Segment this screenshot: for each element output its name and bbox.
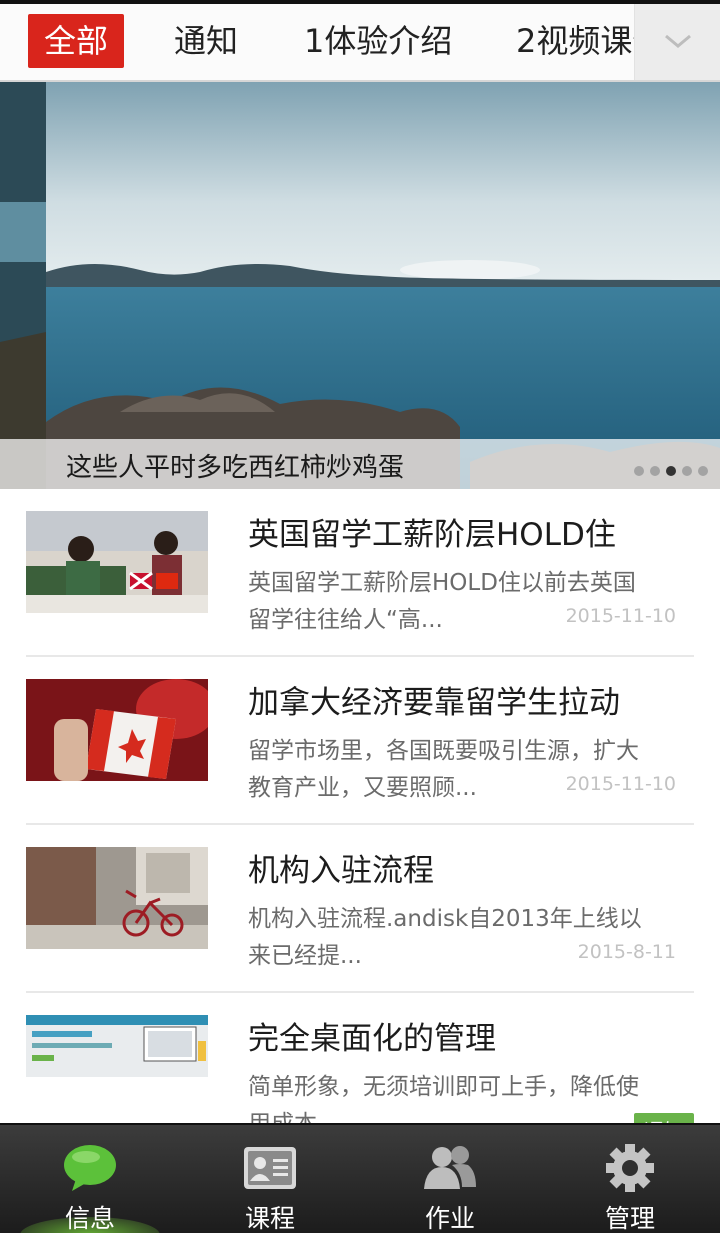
news-thumbnail	[26, 511, 208, 613]
chat-bubble-icon	[64, 1145, 116, 1191]
tab-notice[interactable]: 通知	[174, 14, 238, 68]
news-title: 英国留学工薪阶层HOLD住	[248, 517, 616, 553]
news-summary: 机构入驻流程.andisk自2013年上线以来已经提...	[248, 906, 642, 969]
news-list: 英国留学工薪阶层HOLD住 英国留学工薪阶层HOLD住以前去英国留学往往给人“高…	[0, 489, 720, 1125]
news-date: 2015-11-10	[565, 605, 676, 627]
nav-label: 管理	[604, 1204, 655, 1233]
news-item[interactable]: 加拿大经济要靠留学生拉动 留学市场里，各国既要吸引生源，扩大教育产业，又要照顾.…	[0, 657, 720, 825]
nav-courses[interactable]: 课程	[180, 1125, 360, 1233]
category-bar: 全部 通知 1体验介绍 2视频课件	[0, 0, 720, 82]
nav-homework[interactable]: 作业	[360, 1125, 540, 1233]
news-title: 加拿大经济要靠留学生拉动	[248, 685, 620, 721]
banner-caption-bar: 这些人平时多吃西红柿炒鸡蛋	[0, 439, 720, 489]
news-item[interactable]: 机构入驻流程 机构入驻流程.andisk自2013年上线以来已经提... 201…	[0, 825, 720, 993]
nav-label: 信息	[64, 1204, 115, 1233]
news-thumbnail	[26, 679, 208, 781]
news-summary: 英国留学工薪阶层HOLD住以前去英国留学往往给人“高...	[248, 570, 636, 633]
nav-label: 课程	[244, 1204, 295, 1233]
news-summary: 简单形象，无须培训即可上手，降低使用成本...	[248, 1074, 639, 1125]
tab-all[interactable]: 全部	[28, 14, 125, 68]
carousel-dot-active[interactable]	[666, 466, 676, 476]
news-item[interactable]: 英国留学工薪阶层HOLD住 英国留学工薪阶层HOLD住以前去英国留学往往给人“高…	[0, 489, 720, 657]
nav-label: 作业	[424, 1204, 475, 1233]
nav-manage[interactable]: 管理	[540, 1125, 720, 1233]
news-thumbnail	[26, 1015, 208, 1077]
news-date: 2015-11-10	[565, 773, 676, 795]
banner-caption: 这些人平时多吃西红柿炒鸡蛋	[66, 453, 405, 483]
news-title: 完全桌面化的管理	[248, 1021, 496, 1057]
news-summary: 留学市场里，各国既要吸引生源，扩大教育产业，又要照顾...	[248, 738, 639, 801]
gear-icon	[606, 1144, 654, 1192]
chevron-down-icon	[665, 34, 691, 48]
carousel-indicator	[628, 461, 708, 476]
news-date: 2015-8-11	[577, 941, 676, 963]
carousel-dot[interactable]	[698, 466, 708, 476]
carousel-dot[interactable]	[650, 466, 660, 476]
tab-intro[interactable]: 1体验介绍	[304, 14, 452, 68]
banner-image	[0, 82, 720, 489]
id-card-icon	[244, 1147, 296, 1189]
news-title: 机构入驻流程	[248, 853, 434, 889]
news-item[interactable]: 完全桌面化的管理 简单形象，无须培训即可上手，降低使用成本... 通知	[0, 993, 720, 1125]
category-tabs: 全部 通知 1体验介绍 2视频课件	[0, 4, 634, 80]
carousel-dot[interactable]	[682, 466, 692, 476]
banner-carousel[interactable]: 这些人平时多吃西红柿炒鸡蛋	[0, 82, 720, 489]
users-icon	[424, 1146, 476, 1189]
carousel-dot[interactable]	[634, 466, 644, 476]
bottom-nav: 信息 课程 作业 管理	[0, 1123, 720, 1233]
expand-tabs-button[interactable]	[634, 4, 720, 80]
tab-video[interactable]: 2视频课件	[516, 14, 634, 68]
nav-messages[interactable]: 信息	[0, 1125, 180, 1233]
news-thumbnail	[26, 847, 208, 949]
